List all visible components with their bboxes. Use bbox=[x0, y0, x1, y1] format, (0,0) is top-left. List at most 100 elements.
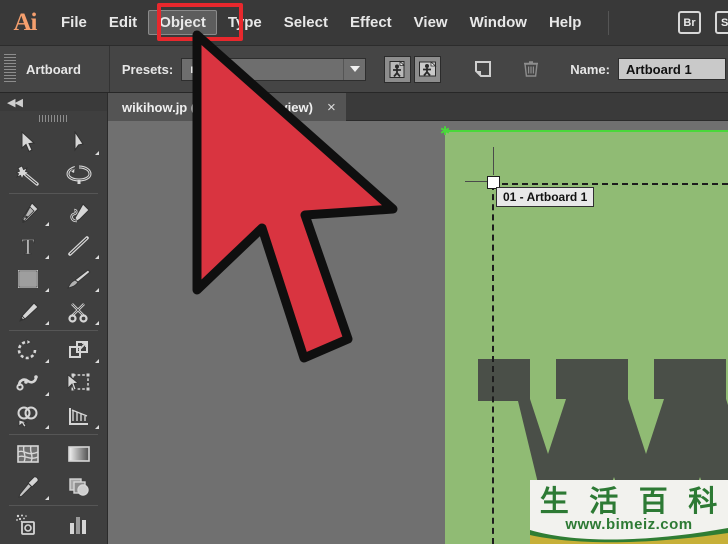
rotate-icon bbox=[17, 338, 37, 359]
line-segment-tool[interactable] bbox=[54, 229, 105, 262]
eyedropper-tool[interactable] bbox=[3, 470, 54, 503]
pencil-icon bbox=[19, 301, 39, 322]
symbol-sprayer-icon bbox=[16, 514, 36, 535]
delete-artboard-button[interactable] bbox=[518, 56, 544, 82]
menu-item-view[interactable]: View bbox=[403, 10, 459, 35]
close-icon[interactable]: × bbox=[327, 100, 336, 115]
lasso-icon bbox=[66, 165, 92, 184]
gradient-icon bbox=[67, 445, 90, 462]
trash-icon bbox=[524, 61, 539, 77]
menu-item-select[interactable]: Select bbox=[273, 10, 339, 35]
magic-wand-icon bbox=[16, 164, 39, 186]
menu-item-type[interactable]: Type bbox=[217, 10, 273, 35]
magic-wand-tool[interactable] bbox=[3, 158, 54, 191]
menu-item-window[interactable]: Window bbox=[459, 10, 538, 35]
watermark-char-4: 科 bbox=[688, 484, 719, 518]
ruler-tick-vertical bbox=[493, 147, 494, 175]
document-tab[interactable]: wikihow.jp (RGB/GPU Preview) × bbox=[108, 93, 346, 121]
direct-selection-tool[interactable] bbox=[54, 125, 105, 158]
curvature-pen-icon bbox=[70, 202, 90, 222]
chevron-down-icon[interactable] bbox=[343, 58, 366, 80]
artboard-name-input[interactable]: Artboard 1 bbox=[617, 58, 726, 80]
menu-item-help[interactable]: Help bbox=[538, 10, 593, 35]
landscape-artboard-icon bbox=[419, 60, 437, 76]
stock-button[interactable]: St bbox=[715, 11, 728, 34]
portrait-artboard-button[interactable] bbox=[384, 55, 412, 83]
shape-builder-icon bbox=[17, 406, 38, 427]
presets-label: Presets: bbox=[121, 61, 174, 77]
width-tool[interactable] bbox=[3, 366, 54, 399]
svg-text:T: T bbox=[22, 235, 36, 257]
mesh-icon bbox=[17, 444, 40, 463]
watermark-char-2: 活 bbox=[589, 484, 620, 518]
artboard-name-value: Artboard 1 bbox=[625, 61, 692, 77]
smart-guide-line bbox=[445, 130, 728, 132]
pencil-tool[interactable] bbox=[3, 295, 54, 328]
paintbrush-tool[interactable] bbox=[54, 262, 105, 295]
artboard-name-tag: 01 - Artboard 1 bbox=[496, 187, 595, 207]
perspective-grid-icon bbox=[68, 407, 88, 425]
presets-dropdown[interactable]: m bbox=[181, 57, 367, 81]
symbol-sprayer-tool[interactable] bbox=[3, 508, 54, 541]
rectangle-icon bbox=[18, 269, 39, 288]
watermark-char-3: 百 bbox=[638, 484, 669, 518]
site-watermark: 生 活 百 科 www.bimeiz.com bbox=[530, 480, 728, 544]
rotate-tool[interactable] bbox=[3, 333, 54, 366]
scissors-tool[interactable] bbox=[54, 295, 105, 328]
bridge-button[interactable]: Br bbox=[678, 11, 701, 34]
bar-graph-icon bbox=[69, 516, 86, 534]
watermark-url: www.bimeiz.com bbox=[565, 516, 693, 533]
rectangle-tool[interactable] bbox=[3, 262, 54, 295]
perspective-grid-tool[interactable] bbox=[54, 399, 105, 432]
menu-item-effect[interactable]: Effect bbox=[339, 10, 403, 35]
anchor-point-icon: ✱ bbox=[440, 124, 451, 138]
panel-grip[interactable] bbox=[4, 54, 16, 84]
tools-panel-header[interactable]: ◀◀ bbox=[0, 93, 107, 111]
line-segment-icon bbox=[67, 235, 89, 256]
pen-nib-icon bbox=[21, 201, 39, 223]
artboard-boundary-top bbox=[492, 183, 728, 185]
menu-divider bbox=[608, 10, 610, 35]
landscape-artboard-button[interactable] bbox=[414, 55, 442, 83]
illustrator-window: Ai File Edit Object Type Select Effect V… bbox=[0, 0, 728, 544]
column-graph-tool[interactable] bbox=[54, 508, 105, 541]
artboard-name-label: Name: bbox=[570, 61, 610, 77]
document-tab-label: wikihow.jp (RGB/GPU Preview) bbox=[122, 99, 313, 115]
new-artboard-icon bbox=[475, 61, 492, 77]
menu-bar: Ai File Edit Object Type Select Effect V… bbox=[0, 0, 728, 45]
curvature-tool[interactable] bbox=[54, 196, 105, 229]
menu-item-edit[interactable]: Edit bbox=[98, 10, 148, 35]
mesh-tool[interactable] bbox=[3, 437, 54, 470]
shape-builder-tool[interactable] bbox=[3, 399, 54, 432]
free-transform-tool[interactable] bbox=[54, 366, 105, 399]
portrait-artboard-icon bbox=[389, 60, 406, 78]
document-tab-bar: wikihow.jp (RGB/GPU Preview) × bbox=[108, 93, 728, 121]
options-divider-1 bbox=[108, 46, 110, 92]
scale-tool[interactable] bbox=[54, 333, 105, 366]
control-options-bar: Artboard Presets: m Name: Artboard 1 bbox=[0, 45, 728, 93]
eyedropper-icon bbox=[18, 475, 39, 498]
lasso-tool[interactable] bbox=[54, 158, 105, 191]
blend-icon bbox=[69, 477, 89, 496]
watermark-title: 生 活 百 科 bbox=[530, 480, 728, 518]
selection-arrow-icon bbox=[21, 130, 35, 152]
artboard-boundary-left bbox=[492, 184, 494, 544]
artboard-panel-label: Artboard bbox=[26, 61, 81, 77]
collapse-panel-icon[interactable]: ◀◀ bbox=[7, 96, 23, 109]
direct-selection-arrow-icon bbox=[74, 130, 84, 152]
gradient-tool[interactable] bbox=[54, 437, 105, 470]
selection-tool[interactable] bbox=[3, 125, 54, 158]
width-warp-icon bbox=[16, 374, 39, 391]
tools-panel-grip[interactable] bbox=[0, 111, 107, 125]
new-artboard-button[interactable] bbox=[470, 56, 496, 82]
type-tool[interactable]: T bbox=[3, 229, 54, 262]
scissors-icon bbox=[68, 302, 88, 323]
pen-tool[interactable] bbox=[3, 196, 54, 229]
menu-item-file[interactable]: File bbox=[50, 10, 98, 35]
menu-click-pointer bbox=[194, 31, 205, 48]
tool-grid: T bbox=[0, 125, 107, 541]
blend-tool[interactable] bbox=[54, 470, 105, 503]
app-logo: Ai bbox=[13, 8, 38, 36]
tools-panel: ◀◀ T bbox=[0, 93, 108, 544]
watermark-char-1: 生 bbox=[539, 484, 570, 518]
